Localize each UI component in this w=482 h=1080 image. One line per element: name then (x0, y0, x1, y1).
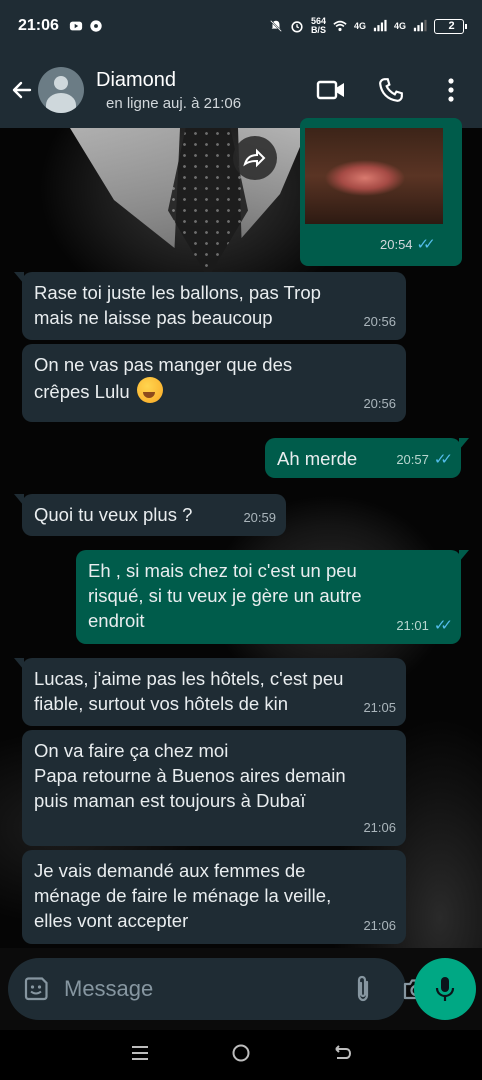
message-composer (8, 958, 429, 1020)
message-meta: 20:54 ✓✓ (380, 235, 436, 253)
message-time: 20:56 (363, 396, 396, 411)
more-options-icon[interactable] (436, 75, 466, 105)
incoming-message[interactable]: Rase toi juste les ballons, pas Trop mai… (14, 272, 406, 340)
outgoing-message[interactable]: Eh , si mais chez toi c'est un peu risqu… (76, 550, 469, 644)
incoming-message[interactable]: Lucas, j'aime pas les hôtels, c'est peu … (14, 658, 406, 726)
message-time: 21:06 (363, 918, 396, 933)
wifi-icon (333, 20, 347, 32)
contact-info[interactable]: Diamond en ligne auj. à 21:06 (96, 69, 316, 112)
battery-level: 2 (448, 20, 455, 32)
recent-apps-icon[interactable] (130, 1043, 150, 1068)
mute-bell-icon (270, 20, 282, 32)
message-text: Eh , si mais chez toi c'est un peu risqu… (88, 560, 362, 631)
microphone-button[interactable] (414, 958, 476, 1020)
sticker-icon[interactable] (22, 974, 50, 1004)
attach-icon[interactable] (352, 974, 374, 1004)
contact-name: Diamond (96, 68, 177, 91)
message-time: 20:57 (396, 452, 429, 467)
chat-header: Diamond en ligne auj. à 21:06 (0, 52, 482, 128)
soccer-app-notification-icon (90, 20, 102, 32)
message-text: Lucas, j'aime pas les hôtels, c'est peu … (34, 668, 344, 714)
message-time: 21:01 (396, 618, 429, 633)
incoming-message[interactable]: On ne vas pas manger que des crêpes Lulu… (22, 344, 406, 422)
message-time: 20:56 (363, 314, 396, 329)
read-receipt-icon: ✓✓ (433, 617, 453, 634)
incoming-message[interactable]: Quoi tu veux plus ? 20:59 (14, 494, 286, 536)
message-text: On ne vas pas manger que des crêpes Lulu (34, 354, 293, 402)
message-text: On va faire ça chez moi Papa retourne à … (34, 740, 346, 811)
voice-call-icon[interactable] (376, 75, 406, 105)
alarm-icon (291, 21, 303, 33)
youtube-notification-icon (69, 21, 83, 31)
contact-last-seen: en ligne auj. à 21:06 (106, 94, 242, 112)
microphone-icon (435, 977, 455, 1001)
sim1-4g-label: 4G (353, 21, 366, 31)
message-text: Je vais demandé aux femmes de ménage de … (34, 860, 332, 931)
incoming-message[interactable]: Je vais demandé aux femmes de ménage de … (22, 850, 406, 944)
video-call-icon[interactable] (316, 75, 346, 105)
message-time: 20:54 (380, 236, 413, 252)
message-text: Quoi tu veux plus ? (34, 504, 193, 525)
outgoing-message[interactable]: Ah merde 20:57 ✓✓ (265, 438, 469, 478)
read-receipt-icon: ✓✓ (433, 451, 453, 468)
sim2-4g-label: 4G (393, 21, 406, 31)
system-navigation-bar (0, 1030, 482, 1080)
message-time: 21:06 (363, 820, 396, 835)
image-message-photo[interactable] (305, 128, 443, 224)
signal-bars-icon (373, 19, 387, 32)
message-time: 21:05 (363, 700, 396, 715)
status-bar: 21:06 564 B/S 4G 4G 2 (0, 0, 482, 52)
network-speed: 564 B/S (310, 16, 326, 35)
back-nav-icon[interactable] (332, 1043, 352, 1068)
sneezing-face-emoji (136, 377, 163, 403)
read-receipt-icon: ✓✓ (416, 236, 436, 253)
signal-bars-icon (413, 19, 427, 32)
battery-icon: 2 (434, 18, 467, 34)
avatar[interactable] (38, 67, 84, 113)
forward-icon[interactable] (233, 136, 277, 180)
incoming-message[interactable]: On va faire ça chez moi Papa retourne à … (22, 730, 406, 846)
message-input[interactable] (64, 976, 352, 1002)
message-time: 20:59 (243, 510, 276, 525)
message-text: Rase toi juste les ballons, pas Trop mai… (34, 282, 321, 328)
back-arrow-icon[interactable] (8, 76, 36, 104)
home-icon[interactable] (231, 1043, 251, 1068)
status-time: 21:06 (18, 17, 59, 34)
